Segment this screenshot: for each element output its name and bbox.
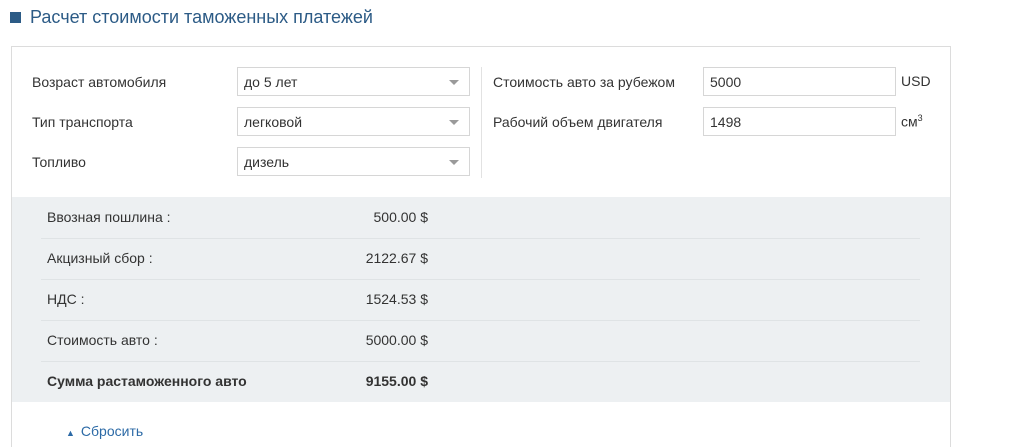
result-row-car-cost: Стоимость авто : 5000.00 $ (41, 320, 920, 362)
result-row-excise: Акцизный сбор : 2122.67 $ (41, 238, 920, 280)
results-area: Ввозная пошлина : 500.00 $ Акцизный сбор… (12, 197, 950, 402)
result-total-label: Сумма растаможенного авто (47, 373, 247, 389)
result-row-duty: Ввозная пошлина : 500.00 $ (41, 197, 920, 239)
transport-select-value: легковой (244, 114, 303, 130)
engine-input[interactable]: 1498 (703, 107, 896, 136)
engine-unit-sup: 3 (917, 113, 923, 123)
fuel-select[interactable]: дизель (237, 147, 470, 176)
calculator-panel: Возраст автомобиля до 5 лет Тип транспор… (11, 46, 951, 447)
price-input[interactable]: 5000 (703, 67, 896, 96)
transport-select[interactable]: легковой (237, 107, 470, 136)
page-title: Расчет стоимости таможенных платежей (30, 6, 373, 27)
reset-label: Сбросить (80, 423, 144, 439)
transport-label: Тип транспорта (32, 114, 133, 130)
result-value: 5000.00 $ (365, 332, 428, 348)
engine-unit-text: см (901, 113, 918, 130)
result-label: НДС : (47, 291, 85, 307)
engine-label: Рабочий объем двигателя (493, 114, 663, 130)
result-label: Акцизный сбор : (47, 250, 153, 266)
page-header: Расчет стоимости таможенных платежей (10, 5, 373, 29)
result-value: 1524.53 $ (365, 291, 428, 307)
price-label: Стоимость авто за рубежом (493, 74, 675, 90)
reset-link[interactable]: ▲ Сбросить (66, 423, 143, 439)
age-label: Возраст автомобиля (32, 74, 167, 90)
result-label: Стоимость авто : (47, 332, 158, 348)
triangle-up-icon: ▲ (66, 428, 75, 438)
fuel-select-value: дизель (244, 154, 290, 170)
age-select-value: до 5 лет (244, 74, 298, 90)
result-value: 2122.67 $ (365, 250, 428, 266)
age-select[interactable]: до 5 лет (237, 67, 470, 96)
result-label: Ввозная пошлина : (47, 209, 171, 225)
column-divider (481, 67, 482, 178)
result-total-value: 9155.00 $ (365, 373, 428, 389)
engine-unit: см3 (901, 113, 923, 130)
result-row-total: Сумма растаможенного авто 9155.00 $ (41, 361, 920, 402)
chevron-down-icon (449, 160, 459, 165)
result-row-vat: НДС : 1524.53 $ (41, 279, 920, 321)
chevron-down-icon (449, 120, 459, 125)
result-value: 500.00 $ (373, 209, 429, 225)
price-unit: USD (901, 73, 931, 89)
title-square-icon (10, 11, 21, 23)
fuel-label: Топливо (32, 154, 86, 170)
chevron-down-icon (449, 80, 459, 85)
